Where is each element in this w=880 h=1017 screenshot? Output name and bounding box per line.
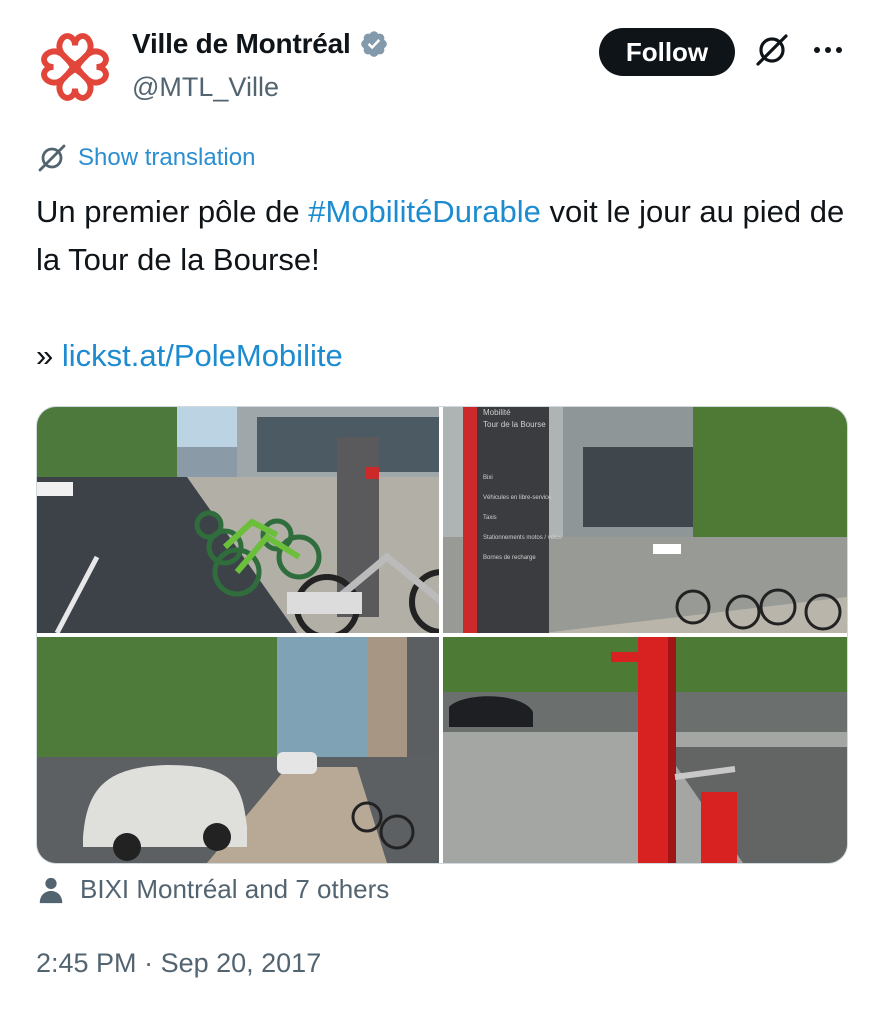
name-row: Ville de Montréal	[132, 28, 389, 60]
sign-item-5: Bornes de recharge	[483, 555, 536, 561]
tweet-body: Un premier pôle de #MobilitéDurable voit…	[36, 188, 846, 284]
show-translation-link[interactable]: Show translation	[36, 142, 255, 174]
line-break	[36, 284, 846, 332]
tweet-link-line: » lickst.at/PoleMobilite	[36, 332, 846, 380]
sign-item-1: Bixi	[483, 475, 493, 481]
photo-bixi-bike-dock[interactable]	[37, 407, 439, 633]
follow-button[interactable]: Follow	[599, 28, 735, 76]
show-translation-label: Show translation	[78, 144, 256, 171]
photo-bike-repair-station[interactable]	[443, 637, 847, 863]
translate-icon	[38, 144, 66, 172]
link-prefix: »	[36, 338, 62, 373]
grok-icon[interactable]	[752, 30, 792, 70]
sign-title-line1: Mobilité	[483, 408, 511, 417]
photo-mobility-hub-sign[interactable]: Mobilité Tour de la Bourse Bixi Véhicule…	[443, 407, 847, 633]
tweet-header: Ville de Montréal @MTL_Ville Follow	[36, 26, 846, 108]
ville-de-montreal-logo-avatar[interactable]	[36, 28, 114, 106]
tweet-text-start: Un premier pôle de	[36, 194, 309, 229]
tweet-timestamp: 2:45 PM · Sep 20, 2017	[36, 948, 321, 979]
montreal-logo-icon	[41, 33, 109, 101]
display-name[interactable]: Ville de Montréal	[132, 28, 351, 60]
more-options-icon[interactable]	[811, 38, 845, 62]
tagged-users-label: BIXI Montréal and 7 others	[80, 874, 390, 904]
url-link[interactable]: lickst.at/PoleMobilite	[62, 338, 343, 373]
person-icon	[39, 877, 63, 903]
tweet-date[interactable]: Sep 20, 2017	[161, 948, 322, 978]
tweet-text: Un premier pôle de #MobilitéDurable voit…	[36, 188, 846, 380]
sign-item-4: Stationnements motos / vélos	[483, 535, 562, 541]
sign-title-line2: Tour de la Bourse	[483, 420, 546, 429]
timestamp-separator: ·	[136, 948, 161, 978]
tagged-users[interactable]: BIXI Montréal and 7 others	[36, 874, 389, 905]
sign-item-3: Taxis	[483, 515, 497, 521]
hashtag-link[interactable]: #MobilitéDurable	[308, 194, 541, 229]
media-grid: Mobilité Tour de la Bourse Bixi Véhicule…	[36, 406, 848, 864]
sign-item-2: Véhicules en libre-service	[483, 495, 552, 501]
account-handle[interactable]: @MTL_Ville	[132, 72, 279, 103]
photo-electric-car-charging[interactable]	[37, 637, 439, 863]
tweet-time[interactable]: 2:45 PM	[36, 948, 137, 978]
verified-badge-icon[interactable]	[359, 29, 389, 59]
